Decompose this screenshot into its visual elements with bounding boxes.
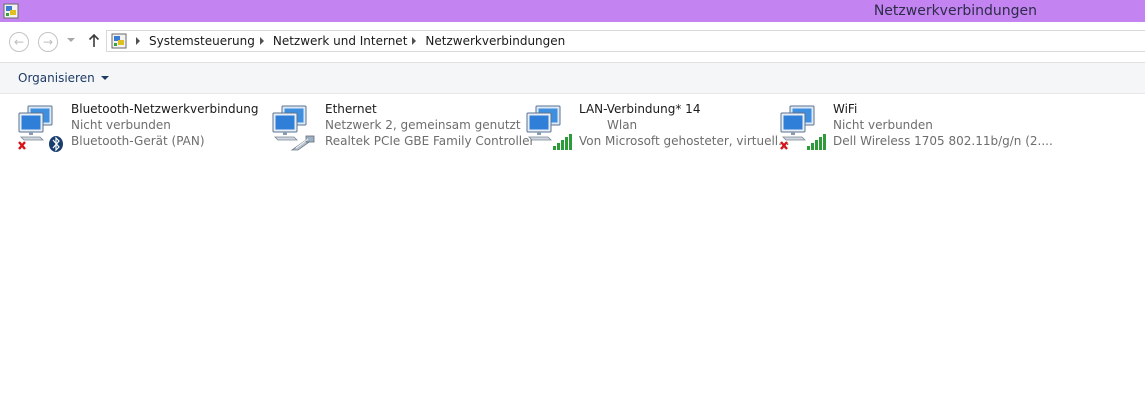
network-connections-icon[interactable] (3, 3, 19, 19)
breadcrumb-chevron-icon[interactable] (412, 37, 417, 45)
address-bar[interactable]: Systemsteuerung Netzwerk und Internet Ne… (106, 30, 1145, 52)
connection-device: Bluetooth-Gerät (PAN) (71, 134, 205, 148)
connections-list: Bluetooth-Netzwerkverbindung Nicht verbu… (0, 94, 1145, 400)
bluetooth-icon (49, 136, 63, 152)
connection-device: Dell Wireless 1705 802.11b/g/n (2.... (833, 134, 1053, 148)
signal-bars-icon (807, 134, 826, 150)
connection-item-bluetooth[interactable]: Bluetooth-Netzwerkverbindung Nicht verbu… (16, 100, 266, 152)
connection-device: Von Microsoft gehosteter, virtuell... (579, 134, 790, 148)
connection-item-ethernet[interactable]: Ethernet Netzwerk 2, gemeinsam genutzt R… (270, 100, 534, 152)
connection-status: Nicht verbunden (71, 118, 171, 132)
network-adapter-icon (526, 105, 572, 150)
chevron-down-icon (100, 76, 109, 80)
back-button[interactable]: ← (9, 32, 29, 52)
connection-name: LAN-Verbindung* 14 (579, 102, 701, 116)
signal-bars-icon (553, 134, 572, 150)
forward-arrow-icon: → (42, 35, 54, 49)
forward-button[interactable]: → (38, 32, 58, 52)
up-arrow-icon[interactable] (87, 31, 101, 51)
connection-status: Netzwerk 2, gemeinsam genutzt (325, 118, 521, 132)
connection-item-lan-verbindung[interactable]: LAN-Verbindung* 14 Wlan Von Microsoft ge… (524, 100, 790, 152)
back-arrow-icon: ← (13, 35, 25, 49)
control-panel-icon (111, 33, 127, 49)
network-adapter-icon (18, 105, 63, 152)
connection-device: Realtek PCIe GBE Family Controller (325, 134, 535, 148)
connection-name: Bluetooth-Netzwerkverbindung (71, 102, 259, 116)
breadcrumb-item-systemsteuerung[interactable]: Systemsteuerung (149, 34, 255, 48)
breadcrumb: Systemsteuerung Netzwerk und Internet Ne… (131, 31, 565, 51)
network-adapter-icon (780, 105, 826, 150)
connection-status: Nicht verbunden (833, 118, 933, 132)
navigation-bar: ← → Systemsteuerung Netzwerk und Interne… (0, 22, 1145, 60)
title-bar: Netzwerkverbindungen (0, 0, 1145, 22)
breadcrumb-item-netzwerkverbindungen[interactable]: Netzwerkverbindungen (425, 34, 565, 48)
network-adapter-icon (272, 105, 315, 151)
breadcrumb-chevron-icon[interactable] (136, 37, 140, 45)
window-title: Netzwerkverbindungen (873, 3, 1037, 19)
connection-status: Wlan (607, 118, 638, 132)
breadcrumb-chevron-icon[interactable] (259, 37, 264, 45)
connection-name: Ethernet (325, 102, 377, 116)
connection-name: WiFi (833, 102, 858, 116)
connection-item-wifi[interactable]: WiFi Nicht verbunden Dell Wireless 1705 … (778, 100, 1053, 152)
recent-locations-dropdown[interactable] (67, 38, 75, 42)
organize-label: Organisieren (18, 71, 95, 85)
disconnected-x-icon (780, 141, 788, 150)
breadcrumb-item-netzwerk-und-internet[interactable]: Netzwerk und Internet (273, 34, 408, 48)
organize-button[interactable]: Organisieren (18, 71, 109, 85)
command-bar: Organisieren (0, 62, 1145, 94)
